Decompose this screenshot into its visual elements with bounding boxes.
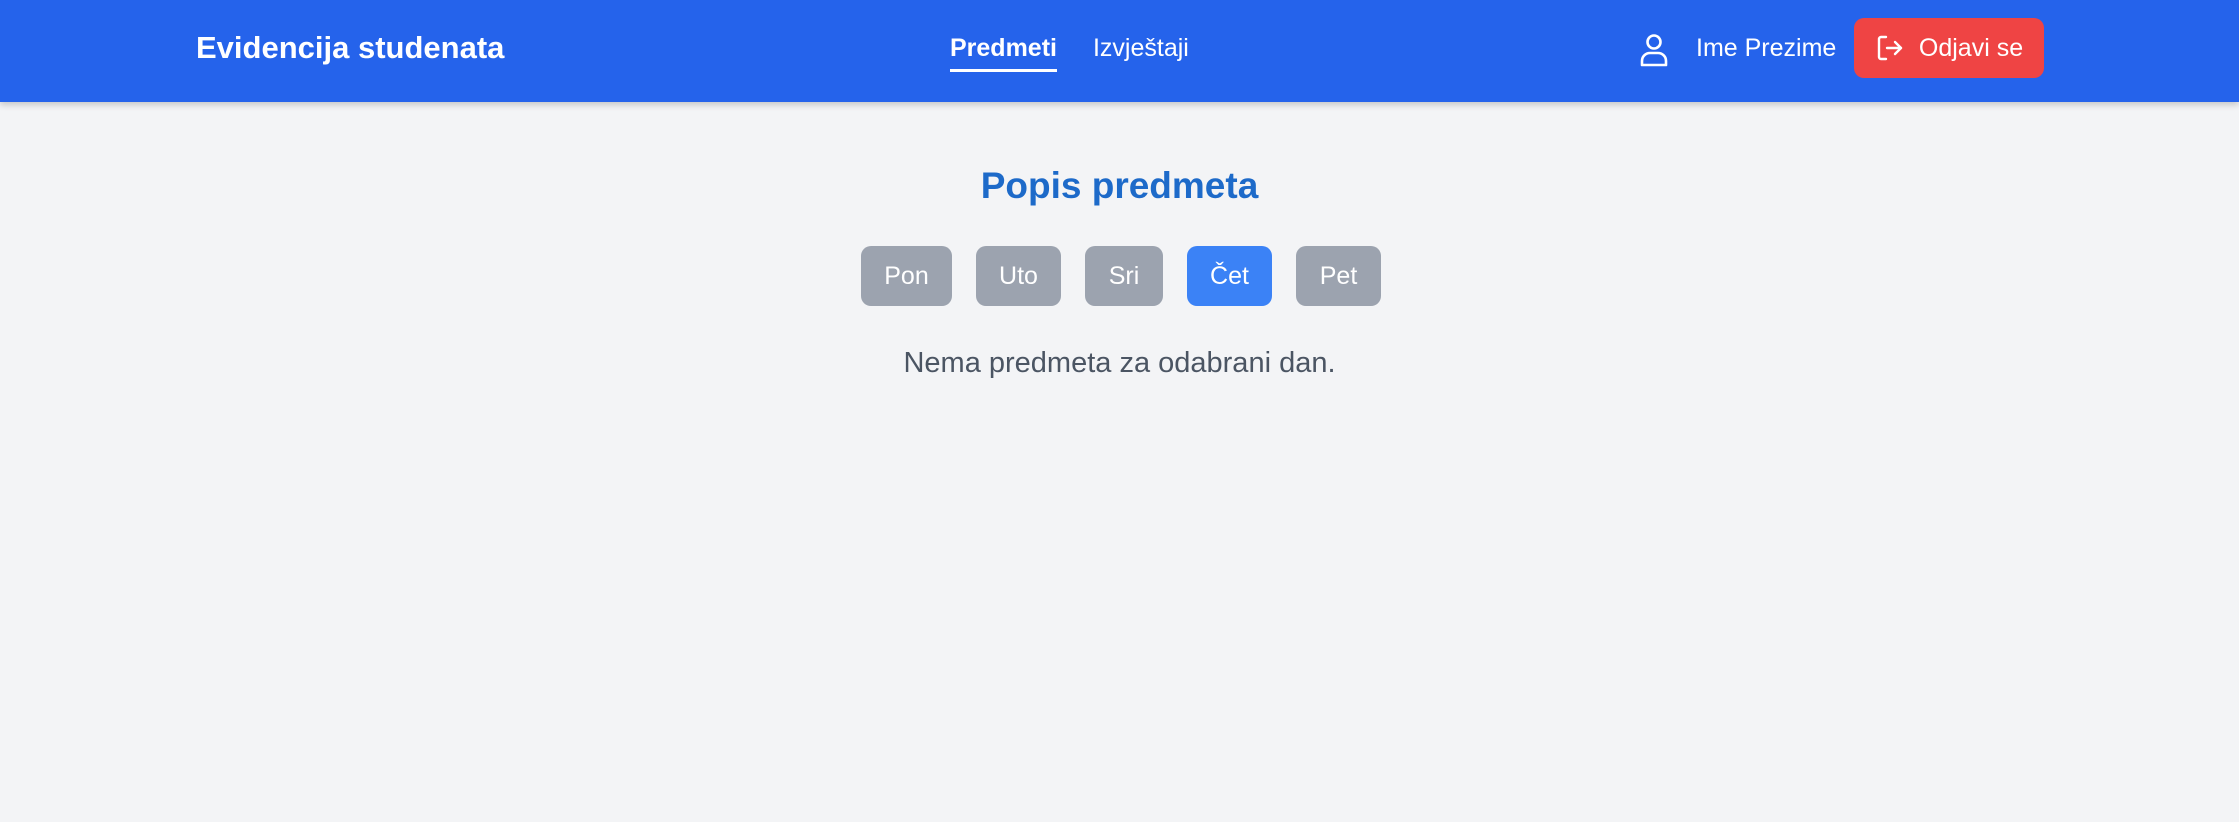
user-name: Ime Prezime <box>1696 34 1837 62</box>
day-button-sri[interactable]: Sri <box>1085 246 1163 306</box>
page-title: Popis predmeta <box>980 165 1259 206</box>
logout-icon <box>1877 35 1903 61</box>
nav-link-predmeti[interactable]: Predmeti <box>950 31 1057 72</box>
nav-link-izvjestaji[interactable]: Izvještaji <box>1093 31 1189 65</box>
day-button-pon[interactable]: Pon <box>861 246 952 306</box>
user-icon <box>1640 34 1668 67</box>
day-button-cet[interactable]: Čet <box>1187 246 1272 306</box>
top-navbar: Evidencija studenata Predmeti Izvještaji… <box>0 0 2239 102</box>
app-brand[interactable]: Evidencija studenata <box>196 28 504 68</box>
empty-state-message: Nema predmeta za odabrani dan. <box>903 347 1336 379</box>
day-button-pet[interactable]: Pet <box>1296 246 1381 306</box>
logout-label: Odjavi se <box>1918 33 2024 62</box>
day-selector: Pon Uto Sri Čet Pet <box>0 246 2239 306</box>
day-button-uto[interactable]: Uto <box>976 246 1061 306</box>
main-nav: Predmeti Izvještaji <box>950 28 1189 72</box>
logout-button[interactable]: Odjavi se <box>1854 18 2044 78</box>
